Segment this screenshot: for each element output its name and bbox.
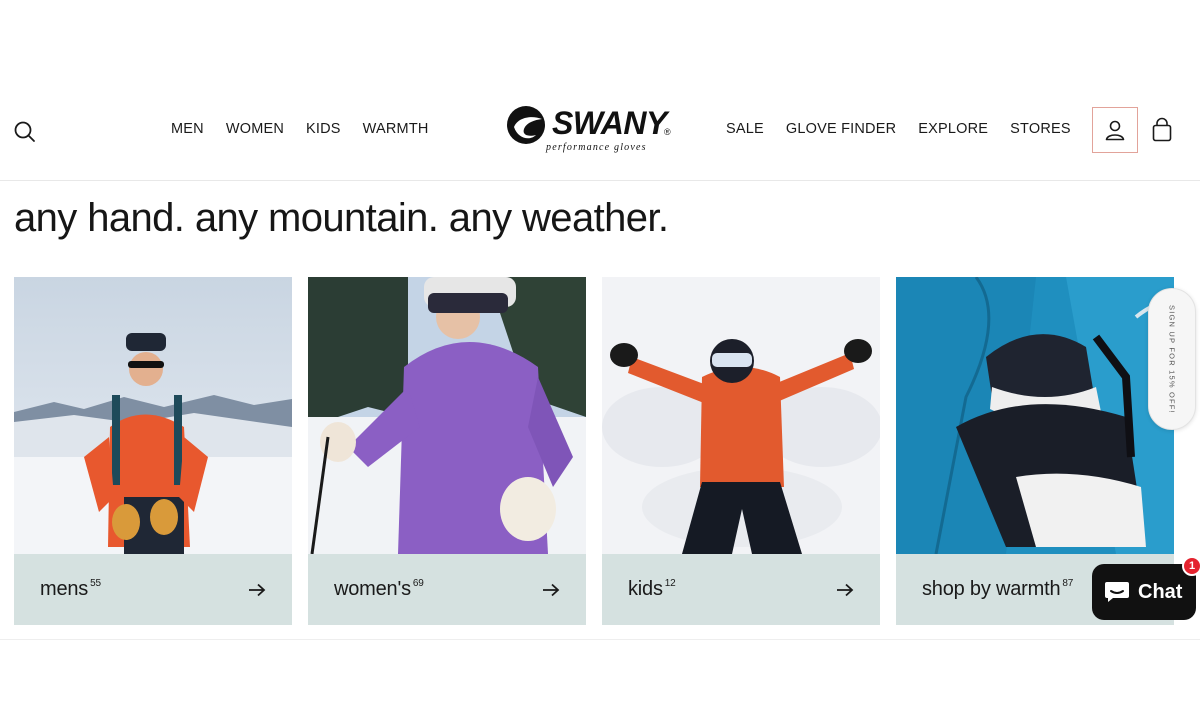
shopping-bag-icon[interactable]: [1150, 117, 1174, 143]
swany-swoosh-icon: [507, 106, 545, 144]
chat-bubble-icon: [1105, 582, 1129, 602]
category-card-womens[interactable]: women's 69: [308, 277, 586, 625]
category-count-womens: 69: [412, 578, 424, 589]
category-label-womens: women's 69: [334, 578, 424, 600]
section-divider: [0, 639, 1200, 640]
page-headline: any hand. any mountain. any weather.: [14, 196, 669, 240]
nav-glove-finder[interactable]: GLOVE FINDER: [786, 121, 896, 137]
signup-discount-tab[interactable]: SIGN UP FOR 15% OFF!: [1148, 288, 1196, 430]
logo-tagline: performance gloves: [546, 142, 647, 153]
category-label-kids: kids 12: [628, 578, 676, 600]
chat-button[interactable]: Chat 1: [1092, 556, 1200, 620]
arrow-right-icon: [543, 583, 560, 596]
category-cards: mens 55 women's 69 kids 12 shop by warmt…: [14, 277, 1174, 625]
category-image-mens: [14, 277, 292, 554]
nav-kids[interactable]: KIDS: [306, 121, 341, 137]
category-image-warmth: [896, 277, 1174, 554]
logo-wordmark: SWANY: [552, 105, 667, 141]
site-header: MEN WOMEN KIDS WARMTH SWANY ® performanc…: [0, 85, 1200, 181]
category-label-warmth: shop by warmth 87: [922, 578, 1074, 600]
category-bar-womens: women's 69: [308, 554, 586, 625]
chat-label: Chat: [1138, 580, 1183, 603]
arrow-right-icon: [837, 583, 854, 596]
category-image-kids: [602, 277, 880, 554]
arrow-right-icon: [249, 583, 266, 596]
chat-notification-badge: 1: [1182, 556, 1200, 576]
primary-nav-left: MEN WOMEN KIDS WARMTH: [171, 121, 429, 137]
nav-men[interactable]: MEN: [171, 121, 204, 137]
swany-logo[interactable]: SWANY ® performance gloves: [506, 103, 682, 159]
signup-discount-text: SIGN UP FOR 15% OFF!: [1167, 304, 1177, 414]
category-image-womens: [308, 277, 586, 554]
category-bar-mens: mens 55: [14, 554, 292, 625]
logo-registered: ®: [664, 127, 671, 137]
nav-warmth[interactable]: WARMTH: [363, 121, 429, 137]
nav-sale[interactable]: SALE: [726, 121, 764, 137]
category-count-warmth: 87: [1062, 578, 1074, 589]
category-card-mens[interactable]: mens 55: [14, 277, 292, 625]
category-count-kids: 12: [664, 578, 676, 589]
category-bar-kids: kids 12: [602, 554, 880, 625]
account-button[interactable]: [1092, 107, 1138, 153]
user-icon: [1105, 120, 1125, 141]
primary-nav-right: SALE GLOVE FINDER EXPLORE STORES: [726, 121, 1071, 137]
nav-stores[interactable]: STORES: [1010, 121, 1071, 137]
top-blank-band: [0, 0, 1200, 85]
nav-women[interactable]: WOMEN: [226, 121, 284, 137]
nav-explore[interactable]: EXPLORE: [918, 121, 988, 137]
category-count-mens: 55: [90, 578, 101, 589]
search-icon[interactable]: [12, 119, 38, 145]
category-label-mens: mens 55: [40, 578, 101, 600]
category-card-kids[interactable]: kids 12: [602, 277, 880, 625]
